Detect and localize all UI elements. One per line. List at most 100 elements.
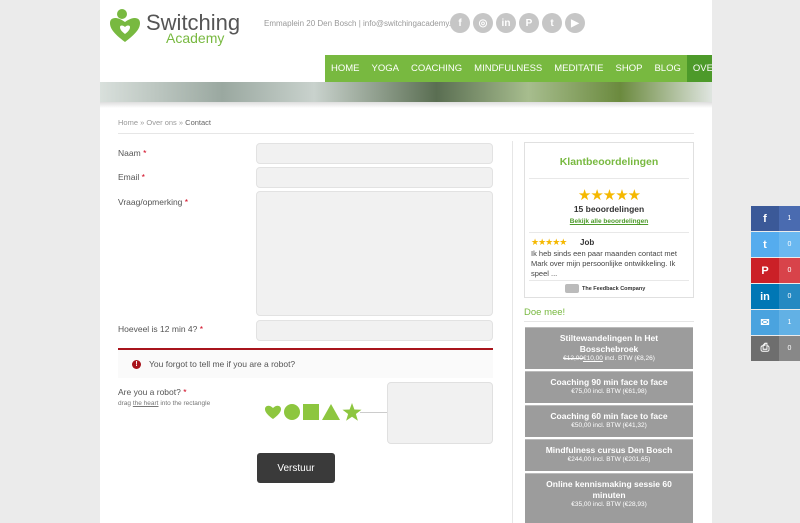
facebook-icon: f	[751, 206, 779, 231]
share-linkedin-button[interactable]: in 0	[751, 284, 800, 309]
pinterest-icon: P	[751, 258, 779, 283]
divider	[524, 321, 694, 322]
error-icon: !	[132, 359, 141, 369]
doe-mee-heading: Doe mee!	[524, 307, 566, 318]
linkedin-icon[interactable]: in	[496, 13, 516, 33]
square-icon[interactable]	[302, 403, 320, 421]
robot-hint: drag the heart into the rectangle	[118, 400, 210, 407]
nav-item-mindfulness[interactable]: MINDFULNESS	[468, 55, 548, 82]
email-icon: ✉	[751, 310, 779, 335]
price-suffix: incl. BTW (€28,93)	[592, 501, 647, 508]
product-card[interactable]: Mindfulness cursus Den Bosch €244,00 incl…	[525, 439, 693, 471]
nav-item-shop[interactable]: SHOP	[610, 55, 649, 82]
required-mark: *	[183, 387, 187, 397]
product-name: Stiltewandelingen In Het Bosschebroek	[559, 333, 659, 354]
share-count: 0	[779, 232, 800, 257]
facebook-icon[interactable]: f	[450, 13, 470, 33]
twitter-icon[interactable]: t	[542, 13, 562, 33]
feedback-company-logo[interactable]: The Feedback Company	[565, 284, 645, 293]
nav-item-meditatie[interactable]: MEDITATIE	[548, 55, 609, 82]
print-icon: ⎙	[751, 336, 779, 361]
share-pinterest-button[interactable]: P0	[751, 258, 800, 283]
product-card[interactable]: Coaching 90 min face to face €75,00 incl.…	[525, 371, 693, 403]
product-name: Mindfulness cursus Den Bosch	[545, 445, 673, 455]
reviews-divider	[529, 178, 689, 179]
sale-price: €10,00	[582, 355, 603, 362]
heart-icon[interactable]	[264, 404, 282, 420]
triangle-icon[interactable]	[321, 403, 341, 421]
message-textarea[interactable]	[256, 191, 493, 316]
reviews-widget: Klantbeoordelingen ★★★★★ 15 beoordelinge…	[524, 142, 694, 298]
breadcrumb-parent[interactable]: Over ons	[146, 118, 176, 127]
email-label: Email *	[118, 172, 145, 182]
nav-item-home[interactable]: HOME	[325, 55, 366, 82]
price-suffix: incl. BTW (€61,98)	[592, 388, 647, 395]
review-count: 15 beoordelingen	[573, 204, 645, 214]
error-message: ! You forgot to tell me if you are a rob…	[118, 348, 493, 378]
share-count: 0	[779, 284, 800, 309]
instagram-icon[interactable]: ◎	[473, 13, 493, 33]
share-email-button[interactable]: ✉ 1	[751, 310, 800, 335]
reviews-divider	[529, 280, 689, 281]
email-field[interactable]	[256, 167, 493, 188]
pinterest-icon[interactable]: P	[519, 13, 539, 33]
breadcrumb-home[interactable]: Home	[118, 118, 138, 127]
logo-word-2: Academy	[166, 30, 225, 46]
captcha-field[interactable]	[256, 320, 493, 341]
reviewer-name: Job	[580, 238, 595, 247]
share-twitter-button[interactable]: t0	[751, 232, 800, 257]
captcha-drop-target[interactable]	[387, 382, 493, 444]
nav-item-coaching[interactable]: COACHING	[405, 55, 468, 82]
youtube-icon[interactable]: ▶	[565, 13, 585, 33]
message-label: Vraag/opmerking *	[118, 197, 188, 207]
star-icon[interactable]	[342, 403, 362, 421]
header-address: Emmaplein 20 Den Bosch | info@switchinga…	[264, 19, 458, 28]
captcha-shapes	[264, 403, 362, 421]
circle-icon[interactable]	[283, 403, 301, 421]
breadcrumb: Home » Over ons » Contact	[118, 118, 211, 127]
product-card[interactable]: Online kennismaking sessie 60 minuten €35…	[525, 473, 693, 523]
price-value: €75,00	[571, 388, 592, 395]
share-print-button[interactable]: ⎙ 0	[751, 336, 800, 361]
nav-item-blog[interactable]: BLOG	[648, 55, 686, 82]
name-label-text: Naam	[118, 148, 141, 158]
product-card[interactable]: Coaching 60 min face to face €50,00 incl.…	[525, 405, 693, 437]
breadcrumb-current: Contact	[185, 118, 212, 127]
message-label-text: Vraag/opmerking	[118, 197, 183, 207]
reviews-divider	[529, 232, 689, 233]
product-name: Coaching 90 min face to face	[550, 377, 668, 387]
reviews-title: Klantbeoordelingen	[559, 156, 659, 168]
breadcrumb-sep: »	[178, 118, 184, 127]
old-price: €12,00	[563, 355, 583, 362]
product-price: €244,00 incl. BTW (€201,65)	[525, 456, 693, 463]
robot-label: Are you a robot? *	[118, 387, 187, 397]
price-value: €50,00	[571, 422, 592, 429]
product-price: €12,00€10,00 incl. BTW (€8,26)	[525, 355, 693, 362]
rating-stars: ★★★★★	[577, 187, 641, 204]
captcha-label: Hoeveel is 12 min 4? *	[118, 324, 203, 334]
required-mark: *	[184, 197, 189, 207]
robot-label-text: Are you a robot?	[118, 387, 181, 397]
share-facebook-button[interactable]: f1	[751, 206, 800, 231]
share-count: 1	[779, 310, 800, 335]
page: Switching Academy Emmaplein 20 Den Bosch…	[100, 0, 712, 523]
nav-item-over-ons[interactable]: OVER ONS	[686, 55, 712, 82]
logo[interactable]: Switching Academy	[108, 8, 248, 48]
submit-button[interactable]: Verstuur	[257, 453, 335, 483]
error-text: You forgot to tell me if you are a robot…	[149, 359, 296, 369]
social-links: f ◎ in Pt ▶	[450, 13, 585, 33]
name-label: Naam *	[118, 148, 146, 158]
product-price: €50,00 incl. BTW (€41,32)	[525, 422, 693, 429]
sidebar-divider	[512, 141, 513, 523]
nav-item-yoga[interactable]: YOGA	[366, 55, 405, 82]
robot-hint-text: drag	[118, 400, 132, 407]
share-count: 1	[779, 206, 800, 231]
main-nav: HOME YOGA COACHING MINDFULNESS MEDITATIE SHOP…	[325, 55, 712, 82]
header-banner-image	[100, 82, 712, 102]
linkedin-icon: in	[751, 284, 779, 309]
product-card[interactable]: Stiltewandelingen In Het Bosschebroek €12…	[525, 327, 693, 369]
all-reviews-link[interactable]: Bekijk alle beoordelingen	[525, 218, 693, 225]
name-field[interactable]	[256, 143, 493, 164]
logo-heart-icon	[110, 9, 140, 42]
required-mark: *	[199, 324, 204, 334]
